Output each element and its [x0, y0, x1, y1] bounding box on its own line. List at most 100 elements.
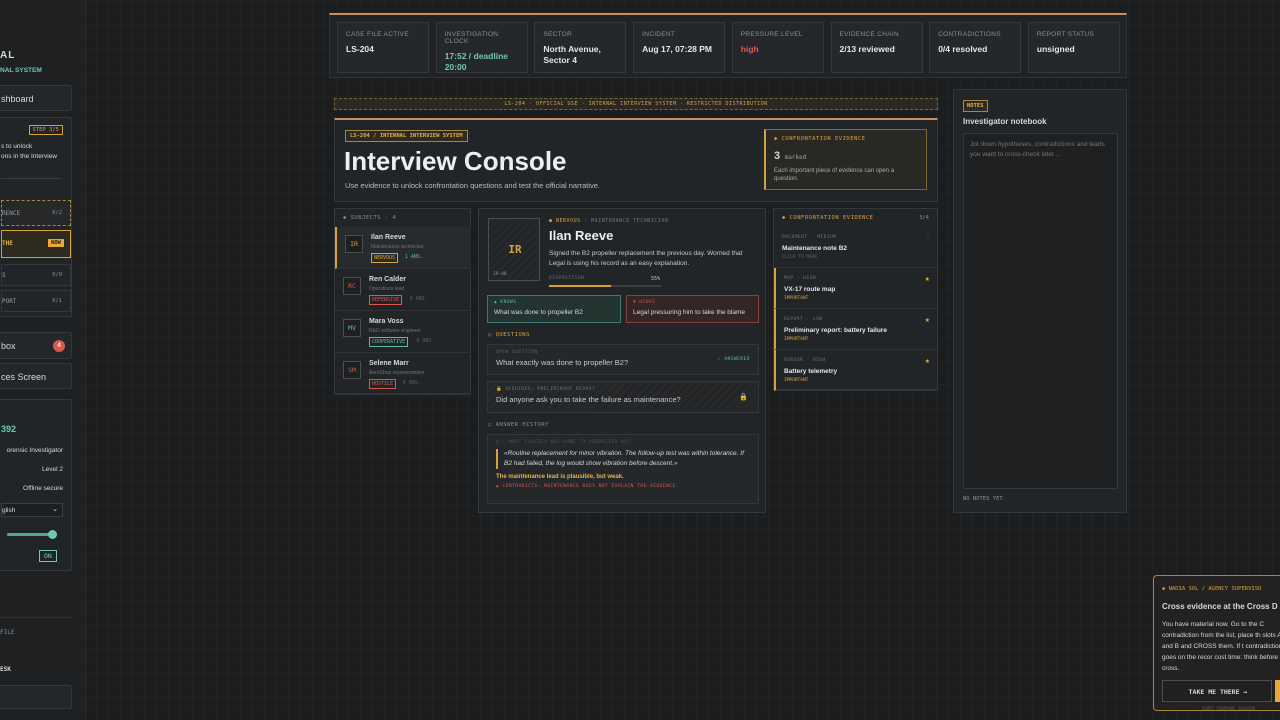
evidence-item[interactable]: SENSOR · HIGH Battery telemetry IMPORTAN…: [774, 350, 938, 391]
role-text: orensic Investigator: [6, 447, 63, 454]
subject-role: Operations lead: [369, 286, 405, 292]
stat-label: SECTOR: [543, 31, 573, 38]
stat-4: PRESSURE LEVEL high: [731, 22, 824, 73]
stat-value: Aug 17, 07:28 PM: [642, 44, 713, 54]
nav-faces[interactable]: ces Screen: [0, 363, 72, 389]
subject-name: Mara Voss: [369, 318, 404, 325]
notes-status: NO NOTES YET: [963, 496, 1003, 502]
stat-label: INVESTIGATION CLOCK: [444, 31, 499, 45]
score-value: 392: [1, 424, 17, 434]
desk-button[interactable]: [0, 685, 72, 709]
evidence-item[interactable]: DOCUMENT · MEDIUM Maintenance note B2 CL…: [774, 227, 938, 268]
evidence-header-text: CONFRONTATION EVIDENCE: [789, 215, 874, 221]
conf-unit: marked: [784, 154, 807, 161]
subjects-panel: ◆ SUBJECTS · 4 IR Ilan Reeve Maintenance…: [334, 208, 471, 395]
question-card-answered[interactable]: OPEN QUESTION What exactly was done to p…: [487, 344, 759, 375]
confrontation-evidence-panel: ◆ CONFRONTATION EVIDENCE 3/4 DOCUMENT · …: [773, 208, 938, 391]
avatar: MV: [343, 319, 361, 337]
questions-label-text: QUESTIONS: [495, 332, 530, 338]
evidence-item[interactable]: REPORT · LOW Preliminary report: battery…: [774, 309, 938, 350]
stat-label: CASE FILE ACTIVE: [346, 31, 409, 38]
subject-row[interactable]: SM Selene Marr AeroShop representative H…: [335, 353, 471, 395]
toast-primary-button[interactable]: [1275, 680, 1280, 702]
page-subtitle: Use evidence to unlock confrontation que…: [345, 181, 601, 190]
status-badge: DEFENSIVE: [369, 295, 403, 305]
confrontation-summary-label: ◆ CONFRONTATION EVIDENCE: [774, 136, 866, 142]
conf-desc: Each important piece of evidence can ope…: [774, 168, 895, 182]
q1-status: ✓ ANSWERED: [717, 357, 750, 362]
answer-history-card: Q · WHAT EXACTLY WAS DONE TO PROPELLER B…: [487, 434, 759, 504]
profile-panel: 392 orensic Investigator Level 2 Offline…: [0, 399, 72, 571]
step-evidence[interactable]: RENCE 0/2: [1, 200, 71, 226]
subject-row[interactable]: IR Ilan Reeve Maintenance technician NER…: [335, 227, 471, 269]
brand-title: AL: [0, 50, 16, 61]
language-select[interactable]: glish ⌄: [1, 503, 63, 517]
toast-title: Cross evidence at the Cross D: [1162, 602, 1278, 611]
nav-dashboard[interactable]: shboard: [0, 85, 72, 111]
stat-6: CONTRADICTIONS 0/4 resolved: [929, 22, 1022, 73]
portrait-initials: IR: [508, 243, 522, 256]
volume-slider[interactable]: [7, 533, 52, 536]
offline-status: Offline secure: [23, 485, 63, 492]
notes-input[interactable]: [963, 133, 1118, 489]
subjects-header-text: SUBJECTS · 4: [350, 215, 397, 221]
star-icon[interactable]: ★: [925, 276, 930, 283]
question-card-locked[interactable]: 🔒 REQUIRES: PRELIMINARY REPORT Did anyon…: [487, 381, 759, 413]
lock-icon-small: 🔒: [496, 387, 503, 392]
evidence-header: ◆ CONFRONTATION EVIDENCE: [782, 215, 874, 221]
inbox-count-badge: 4: [53, 340, 65, 352]
star-icon[interactable]: ★: [925, 358, 930, 365]
subject-name: Ren Calder: [369, 276, 406, 283]
step-report[interactable]: PORT 0/1: [1, 290, 71, 312]
disposition-value: 55%: [651, 276, 661, 282]
evidence-sub: IMPORTANT: [784, 296, 809, 301]
take-me-there-button[interactable]: TAKE ME THERE →: [1162, 680, 1272, 702]
stat-1: INVESTIGATION CLOCK 17:52 / deadline 20:0…: [435, 22, 528, 73]
subject-row[interactable]: MV Mara Voss R&D software engineer COOPE…: [335, 311, 471, 353]
subject-name: Selene Marr: [369, 360, 409, 367]
subject-role: R&D software engineer: [369, 328, 421, 334]
evidence-item[interactable]: MAP · HIGH VX-17 route map IMPORTANT ★: [774, 268, 938, 309]
case-status-bar: CASE FILE ACTIVE LS-204 INVESTIGATION CLOC…: [329, 13, 1127, 78]
portrait-code: IR-08: [493, 272, 507, 277]
notes-title: Investigator notebook: [963, 117, 1047, 126]
hides-card: ▼ HIDES Legal pressuring him to take the…: [626, 295, 759, 323]
step-report-label: PORT: [2, 298, 17, 305]
toggle-switch[interactable]: ON: [39, 550, 57, 562]
supervisor-toast: ◆ NADIA SOL / AGENCY SUPERVISO Cross evi…: [1153, 575, 1280, 711]
history-contradiction: ▲ CONTRADICTS: MAINTENANCE DOES NOT EXPL…: [496, 484, 676, 489]
notes-panel: NOTES Investigator notebook NO NOTES YET: [953, 89, 1127, 513]
q2-text: Did anyone ask you to take the failure a…: [496, 395, 681, 404]
subject-description: Signed the B2 propeller replacement the …: [549, 250, 743, 267]
slider-handle[interactable]: [48, 530, 57, 539]
disposition-label: DISPOSITION: [549, 276, 585, 281]
take-me-there-label: TAKE ME THERE →: [1188, 688, 1248, 696]
nav-inbox[interactable]: box 4: [0, 332, 72, 359]
stat-5: EVIDENCE CHAIN 2/13 reviewed: [830, 22, 923, 73]
evidence-title: Preliminary report: battery failure: [784, 327, 887, 334]
step-current[interactable]: THE NOW: [1, 230, 71, 258]
console-header: LS-204 / INTERNAL INTERVIEW SYSTEM Inter…: [334, 118, 938, 202]
step-s[interactable]: S 0/0: [1, 264, 71, 286]
toast-from-text: NADIA SOL / AGENCY SUPERVISO: [1168, 586, 1262, 592]
star-icon[interactable]: ★: [925, 317, 930, 324]
subject-row[interactable]: RC Ren Calder Operations lead DEFENSIVE …: [335, 269, 471, 311]
star-icon[interactable]: ○: [926, 235, 930, 241]
stat-value: 17:52 / deadline 20:00: [444, 51, 508, 72]
mood-text: NERVOUS: [556, 218, 581, 224]
steps-panel: STEP 3/5 s to unlock ons in the Interview…: [0, 117, 72, 317]
avatar: RC: [343, 277, 361, 295]
console-tag: LS-204 / INTERNAL INTERVIEW SYSTEM: [345, 130, 468, 142]
knows-card: ▲ KNOWS What was done to propeller B2: [487, 295, 621, 323]
stat-label: REPORT STATUS: [1036, 31, 1095, 38]
restricted-banner: LS-204 · OFFICIAL USE · INTERNAL INTERVI…: [334, 98, 938, 110]
step-text-2: ons in the Interview: [1, 153, 58, 160]
subject-role: AeroShop representative: [369, 370, 425, 376]
stat-2: SECTOR North Avenue, Sector 4: [534, 22, 627, 73]
evidence-title: Battery telemetry: [784, 368, 838, 375]
evidence-sub: IMPORTANT: [784, 337, 809, 342]
disposition-fill: [549, 285, 611, 287]
now-badge: NOW: [48, 239, 64, 247]
status-badge: HOSTILE: [369, 379, 397, 389]
subject-name: Ilan Reeve: [371, 234, 406, 241]
